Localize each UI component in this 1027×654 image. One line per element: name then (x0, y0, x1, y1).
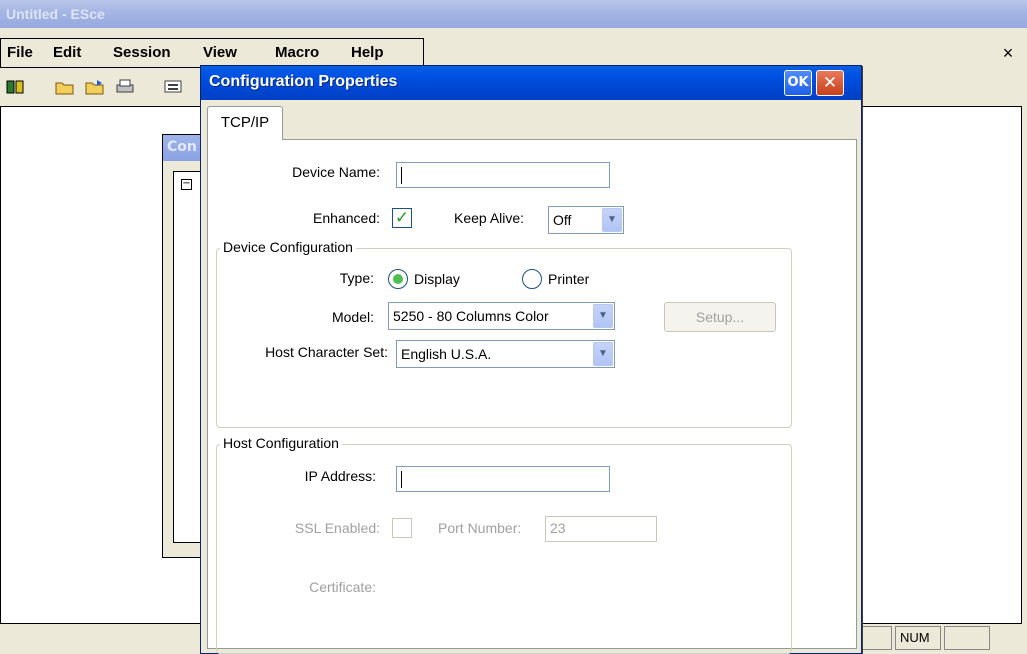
chevron-down-icon[interactable]: ▼ (593, 342, 613, 366)
ssl-enabled-label: SSL Enabled: (294, 520, 380, 536)
type-display-radio[interactable] (388, 269, 408, 289)
radio-selected-dot (393, 274, 403, 284)
menu-edit[interactable]: Edit (53, 44, 81, 61)
host-configuration-title: Host Configuration (220, 435, 342, 451)
text-caret (401, 470, 402, 488)
ip-address-input[interactable] (396, 466, 610, 492)
port-number-label: Port Number: (438, 520, 522, 536)
menu-session[interactable]: Session (113, 44, 171, 61)
host-character-set-select[interactable]: English U.S.A. ▼ (396, 340, 615, 368)
keep-alive-select[interactable]: Off ▼ (548, 206, 624, 234)
menu-view[interactable]: View (203, 44, 237, 61)
dialog-close-button[interactable]: ✕ (816, 70, 844, 96)
print-icon[interactable] (114, 76, 136, 98)
type-label: Type: (339, 270, 374, 286)
tree-collapse-icon[interactable]: − (181, 179, 192, 190)
model-select[interactable]: 5250 - 80 Columns Color ▼ (388, 302, 615, 330)
enhanced-label: Enhanced: (313, 210, 380, 226)
text-caret (401, 166, 402, 184)
menu-file[interactable]: File (7, 44, 33, 61)
open-folder-icon[interactable] (84, 76, 106, 98)
app-titlebar[interactable]: Untitled - ESce (0, 0, 1027, 28)
menu-bar: File Edit Session View Macro Help (0, 38, 424, 68)
status-pane-blank (858, 626, 892, 650)
open-folder-icon[interactable] (54, 76, 76, 98)
device-name-input[interactable] (396, 162, 610, 188)
app-close-button[interactable]: × (994, 40, 1022, 66)
keep-alive-label: Keep Alive: (454, 210, 525, 226)
chevron-down-icon[interactable]: ▼ (593, 304, 613, 328)
background-window-title: Con (167, 139, 197, 155)
tab-tcpip[interactable]: TCP/IP (207, 106, 283, 140)
menu-macro[interactable]: Macro (275, 44, 319, 61)
type-display-label[interactable]: Display (414, 271, 460, 287)
menu-help[interactable]: Help (351, 44, 384, 61)
port-number-input[interactable]: 23 (545, 516, 657, 542)
connect-icon[interactable] (4, 76, 26, 98)
tcpip-tab-panel: Device Name: Enhanced: ✓ Keep Alive: Off… (207, 139, 857, 654)
model-value: 5250 - 80 Columns Color (393, 308, 549, 324)
chevron-down-icon[interactable]: ▼ (602, 208, 622, 232)
enhanced-checkbox[interactable]: ✓ (392, 208, 412, 228)
device-name-label: Device Name: (292, 164, 380, 180)
ssl-enabled-checkbox[interactable] (392, 518, 412, 538)
device-configuration-title: Device Configuration (220, 239, 356, 255)
session-icon[interactable] (162, 76, 184, 98)
type-printer-radio[interactable] (522, 269, 542, 289)
type-printer-label[interactable]: Printer (548, 271, 589, 287)
status-num: NUM (895, 626, 941, 650)
setup-button[interactable]: Setup... (664, 302, 776, 332)
host-character-set-label: Host Character Set: (265, 344, 388, 360)
keep-alive-value: Off (553, 212, 572, 228)
status-pane-empty (944, 626, 990, 650)
configuration-properties-dialog: Configuration Properties OK ✕ TCP/IP Dev… (200, 65, 862, 654)
host-character-set-value: English U.S.A. (401, 346, 492, 362)
toolbar (0, 72, 210, 104)
ip-address-label: IP Address: (304, 468, 376, 484)
app-title: Untitled - ESce (6, 6, 105, 22)
dialog-title: Configuration Properties (209, 73, 398, 90)
certificate-label: Certificate: (309, 579, 376, 595)
dialog-titlebar[interactable]: Configuration Properties OK ✕ (201, 66, 861, 100)
ok-button[interactable]: OK (784, 70, 812, 96)
model-label: Model: (331, 309, 374, 325)
